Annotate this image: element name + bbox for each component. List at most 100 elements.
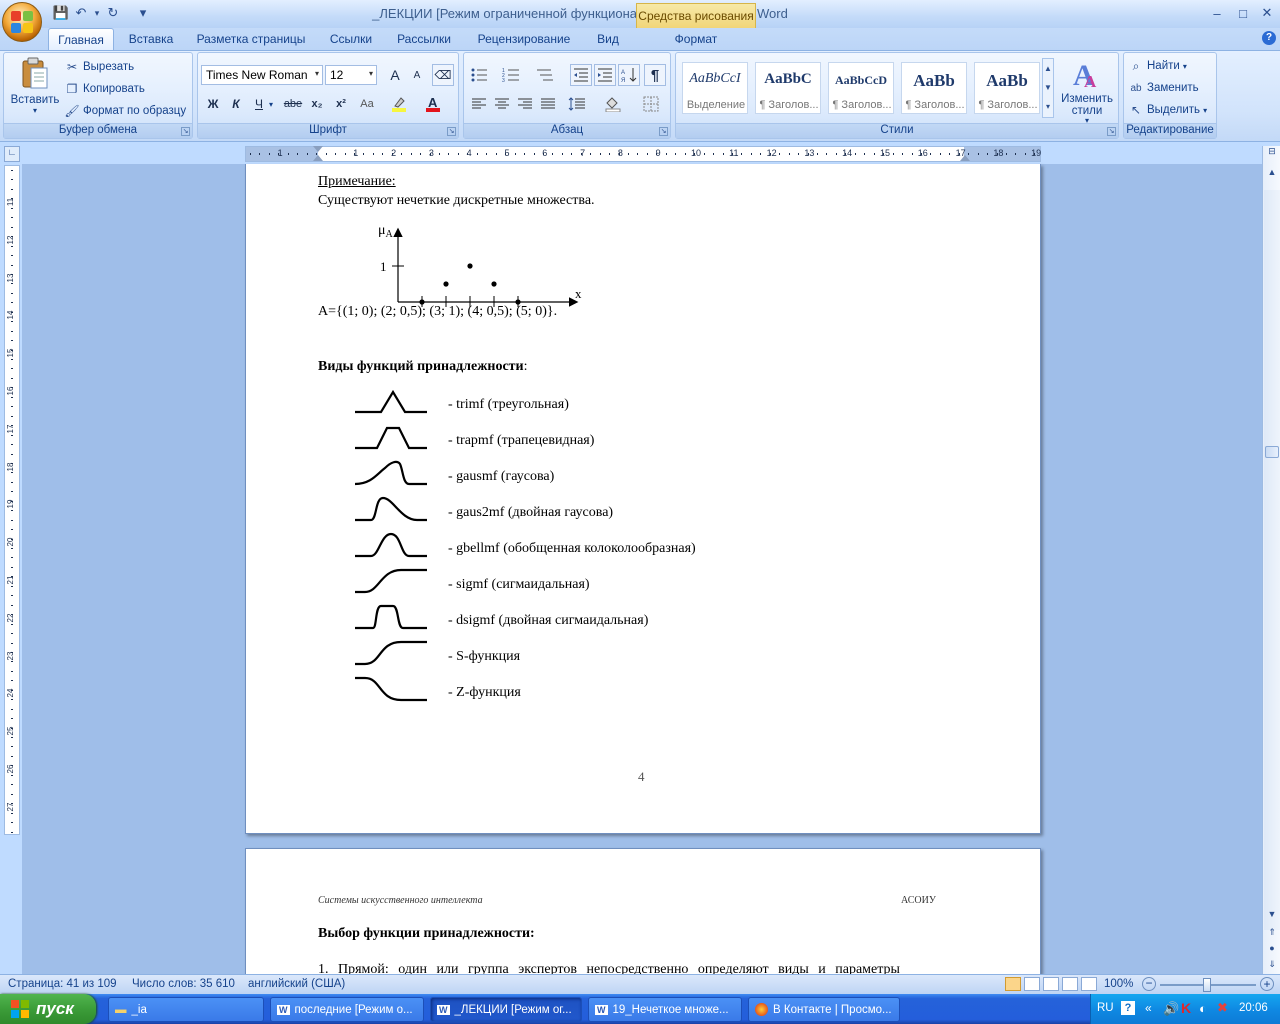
tab-selector-icon[interactable]: ∟ <box>4 146 20 162</box>
office-button[interactable] <box>2 2 42 42</box>
tray-app-icon[interactable]: ✖ <box>1217 1000 1228 1016</box>
zoom-in-icon[interactable]: + <box>1260 977 1274 991</box>
style-tile-heading-1[interactable]: AaBbC ¶ Заголов... <box>755 62 821 114</box>
subscript-button[interactable]: x₂ <box>306 93 328 115</box>
scroll-track[interactable] <box>1264 190 1280 930</box>
increase-indent-icon[interactable] <box>594 64 616 86</box>
change-styles-button[interactable]: A A Изменить стили ▾ <box>1058 58 1116 125</box>
outline-view-icon[interactable] <box>1062 977 1078 991</box>
align-right-icon[interactable] <box>514 93 536 115</box>
scroll-down-icon[interactable]: ▼ <box>1264 906 1280 922</box>
full-screen-reading-icon[interactable] <box>1024 977 1040 991</box>
page-counter[interactable]: Страница: 41 из 109 <box>8 978 117 990</box>
paragraph-launcher-icon[interactable]: ↘ <box>659 127 668 136</box>
clear-format-icon[interactable]: ⌫ <box>432 64 454 86</box>
change-case-button[interactable]: Aa <box>356 93 378 115</box>
vertical-ruler[interactable]: 11 12 13 14 15 16 17 18 19 20 21 22 23 24 25 26 27 <box>4 165 20 835</box>
font-launcher-icon[interactable]: ↘ <box>447 127 456 136</box>
copy-button[interactable]: ❐ Копировать <box>64 79 145 99</box>
tab-page-layout[interactable]: Разметка страницы <box>190 28 312 50</box>
sort-icon[interactable]: АЯ <box>618 64 640 86</box>
styles-up-icon[interactable]: ▲ <box>1043 59 1053 78</box>
help-tray-icon[interactable]: ? <box>1121 1001 1135 1015</box>
font-color-icon[interactable]: A <box>422 93 444 115</box>
document-page-2[interactable]: Системы искусственного интеллекта АСОИУ … <box>245 848 1041 977</box>
next-page-icon[interactable]: ⇓ <box>1264 956 1280 972</box>
align-left-icon[interactable] <box>468 93 490 115</box>
tab-review[interactable]: Рецензирование <box>470 28 578 50</box>
superscript-button[interactable]: x² <box>330 93 352 115</box>
style-tile-heading-3[interactable]: AaBb ¶ Заголов... <box>901 62 967 114</box>
chevron-left-icon[interactable]: « <box>1145 1001 1152 1015</box>
grow-font-button[interactable]: A <box>384 64 406 86</box>
antivirus-icon[interactable]: K <box>1181 1000 1191 1016</box>
tab-view[interactable]: Вид <box>590 28 626 50</box>
first-line-indent-marker[interactable] <box>313 146 323 152</box>
word-count[interactable]: Число слов: 35 610 <box>132 978 235 990</box>
input-language[interactable]: RU <box>1097 1002 1114 1014</box>
clipboard-launcher-icon[interactable]: ↘ <box>181 127 190 136</box>
scroll-thumb[interactable] <box>1265 446 1279 458</box>
bullets-icon[interactable] <box>468 64 490 86</box>
split-icon[interactable]: ⊟ <box>1264 146 1280 162</box>
shading-icon[interactable] <box>602 93 624 115</box>
taskbar-item-word-recent[interactable]: Wпоследние [Режим о... <box>270 997 424 1022</box>
draft-view-icon[interactable] <box>1081 977 1097 991</box>
tab-insert[interactable]: Вставка <box>120 28 182 50</box>
start-button[interactable]: пуск <box>0 994 96 1024</box>
scroll-up-icon[interactable]: ▲ <box>1264 164 1280 180</box>
underline-button[interactable]: Ч <box>248 93 270 115</box>
styles-launcher-icon[interactable]: ↘ <box>1107 127 1116 136</box>
borders-icon[interactable] <box>640 93 662 115</box>
language-indicator[interactable]: английский (США) <box>248 978 345 990</box>
right-indent-marker[interactable] <box>960 155 970 161</box>
zoom-level[interactable]: 100% <box>1104 978 1133 990</box>
decrease-indent-icon[interactable] <box>570 64 592 86</box>
style-tile-heading-2[interactable]: AaBbCcD ¶ Заголов... <box>828 62 894 114</box>
taskbar-item-word-fuzzy[interactable]: W 19_Нечеткое множе... <box>588 997 742 1022</box>
justify-icon[interactable] <box>537 93 559 115</box>
paste-button[interactable]: Вставить ▾ <box>10 57 60 121</box>
style-tile-emphasis[interactable]: AaBbCcI Выделение <box>682 62 748 114</box>
find-button[interactable]: ⌕ Найти ▾ <box>1128 56 1187 76</box>
print-layout-view-icon[interactable] <box>1005 977 1021 991</box>
taskbar-item-folder[interactable]: ▬ _ia <box>108 997 264 1022</box>
font-name-dropdown-icon[interactable]: ▾ <box>315 69 319 78</box>
help-icon[interactable]: ? <box>1262 31 1276 45</box>
multilevel-list-icon[interactable] <box>534 64 556 86</box>
taskbar-item-word-lectures[interactable]: W _ЛЕКЦИИ [Режим ог... <box>430 997 582 1022</box>
zoom-out-icon[interactable]: − <box>1142 977 1156 991</box>
font-name-combo[interactable]: Times New Roman ▾ <box>201 65 323 85</box>
hanging-indent-marker[interactable] <box>313 155 323 161</box>
show-formatting-button[interactable]: ¶ <box>644 64 666 86</box>
styles-scroll[interactable]: ▲ ▼ ▾ <box>1042 58 1054 118</box>
tab-format[interactable]: Формат <box>662 28 730 50</box>
tab-references[interactable]: Ссылки <box>322 28 380 50</box>
style-tile-heading-4[interactable]: AaBb ¶ Заголов... <box>974 62 1040 114</box>
font-size-dropdown-icon[interactable]: ▾ <box>369 69 373 78</box>
browse-object-icon[interactable]: ● <box>1264 940 1280 956</box>
replace-button[interactable]: ab Заменить <box>1128 78 1198 98</box>
italic-button[interactable]: К <box>225 93 247 115</box>
select-button[interactable]: ↖ Выделить ▾ <box>1128 100 1207 120</box>
previous-page-icon[interactable]: ⇑ <box>1264 924 1280 940</box>
zoom-slider-thumb[interactable] <box>1203 978 1211 992</box>
web-layout-icon[interactable] <box>1043 977 1059 991</box>
strikethrough-button[interactable]: abe <box>282 93 304 115</box>
document-page-1[interactable]: Примечание: Существуют нечеткие дискретн… <box>245 164 1041 834</box>
shrink-font-button[interactable]: A <box>406 64 428 86</box>
styles-more-icon[interactable]: ▾ <box>1043 97 1053 116</box>
underline-dropdown-icon[interactable]: ▾ <box>269 100 273 109</box>
numbering-icon[interactable]: 123 <box>500 64 522 86</box>
taskbar-item-firefox[interactable]: В Контакте | Просмо... <box>748 997 900 1022</box>
highlight-icon[interactable] <box>388 93 410 115</box>
tab-home[interactable]: Главная <box>48 28 114 50</box>
speaker-icon[interactable]: 🔊 <box>1163 1001 1179 1017</box>
close-button[interactable]: ✕ <box>1254 4 1280 22</box>
cut-button[interactable]: ✂ Вырезать <box>64 57 134 77</box>
horizontal-ruler[interactable]: 1 1 2 3 4 5 6 7 8 9 10 11 12 13 14 15 16 17 18 19 <box>245 146 1041 162</box>
align-center-icon[interactable] <box>491 93 513 115</box>
format-painter-button[interactable]: 🖌 Формат по образцу <box>64 101 186 121</box>
line-spacing-icon[interactable] <box>566 93 588 115</box>
tab-mailings[interactable]: Рассылки <box>390 28 458 50</box>
